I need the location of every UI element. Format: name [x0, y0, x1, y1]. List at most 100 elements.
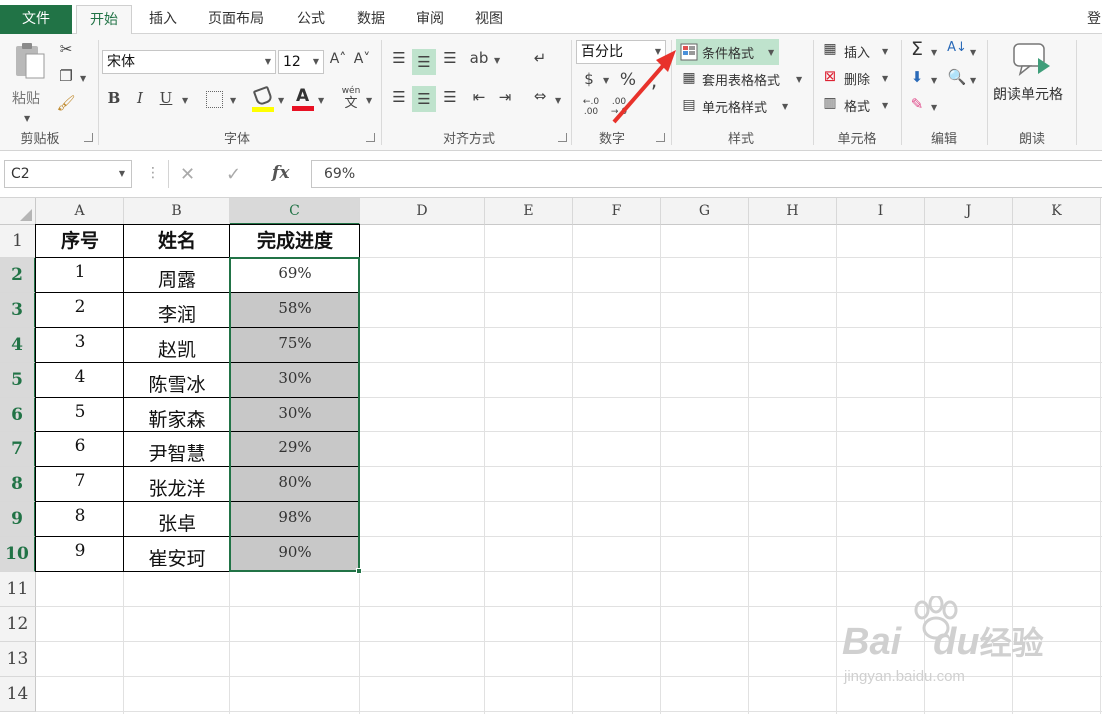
fill-handle[interactable] — [356, 568, 362, 574]
row-header-2[interactable]: 2 — [0, 258, 36, 293]
increase-font-icon[interactable]: A˄ — [328, 51, 348, 67]
row-header-6[interactable]: 6 — [0, 398, 36, 432]
align-middle-icon[interactable]: ☰ — [412, 49, 436, 75]
serial-cell[interactable]: 4 — [36, 360, 124, 395]
select-all-button[interactable] — [0, 198, 36, 225]
column-header-e[interactable]: E — [485, 198, 573, 225]
format-cells-button[interactable]: ▥ 格式 ▼ — [818, 94, 896, 118]
cell-styles-button[interactable]: ▤ 单元格样式 ▼ — [676, 95, 794, 119]
tab-formulas[interactable]: 公式 — [284, 5, 338, 34]
sort-filter-icon[interactable]: A↓ — [946, 40, 968, 55]
column-header-g[interactable]: G — [661, 198, 749, 225]
column-header-f[interactable]: F — [573, 198, 661, 225]
read-cells-button[interactable]: 朗读单元格 — [990, 42, 1074, 112]
tab-review[interactable]: 审阅 — [403, 5, 457, 34]
tab-view[interactable]: 视图 — [462, 5, 516, 34]
fill-icon[interactable]: ⬇ — [906, 68, 928, 86]
row-header-12[interactable]: 12 — [0, 607, 36, 642]
name-cell[interactable]: 张卓 — [124, 507, 230, 542]
borders-icon[interactable] — [206, 91, 223, 108]
column-header-h[interactable]: H — [749, 198, 837, 225]
column-header-d[interactable]: D — [360, 198, 485, 225]
find-select-dropdown-icon[interactable]: ▼ — [970, 76, 976, 85]
row-header-9[interactable]: 9 — [0, 502, 36, 537]
more-options-icon[interactable]: ⋮ — [146, 165, 160, 181]
format-as-table-button[interactable]: ▦ 套用表格格式 ▼ — [676, 68, 806, 92]
italic-button[interactable]: I — [130, 89, 150, 107]
header-cell[interactable]: 姓名 — [124, 225, 230, 258]
name-cell[interactable]: 李润 — [124, 298, 230, 333]
fill-dropdown-icon[interactable]: ▼ — [931, 76, 937, 85]
fill-color-dropdown-icon[interactable]: ▼ — [278, 96, 284, 105]
align-left-icon[interactable]: ☰ — [388, 88, 410, 106]
name-cell[interactable]: 陈雪冰 — [124, 368, 230, 403]
tab-home[interactable]: 开始 — [76, 5, 132, 35]
formula-input[interactable]: 69% — [311, 160, 1102, 188]
delete-cells-button[interactable]: ⊠ 删除 ▼ — [818, 67, 896, 91]
name-cell[interactable]: 崔安珂 — [124, 542, 230, 577]
copy-dropdown-icon[interactable]: ▼ — [80, 74, 86, 83]
bold-button[interactable]: B — [104, 89, 124, 107]
serial-cell[interactable]: 9 — [36, 534, 124, 569]
name-cell[interactable]: 赵凯 — [124, 333, 230, 368]
name-box[interactable]: C2 ▼ — [4, 160, 132, 188]
clipboard-launcher-icon[interactable] — [84, 133, 93, 142]
merge-dropdown-icon[interactable]: ▼ — [555, 96, 561, 105]
format-painter-icon[interactable]: 🖌 — [56, 94, 76, 112]
autosum-dropdown-icon[interactable]: ▼ — [931, 48, 937, 57]
tab-data[interactable]: 数据 — [344, 5, 398, 34]
font-launcher-icon[interactable] — [366, 133, 375, 142]
decrease-indent-icon[interactable]: ⇤ — [468, 88, 490, 106]
number-launcher-icon[interactable] — [656, 133, 665, 142]
autosum-button[interactable]: Σ — [906, 38, 928, 60]
sort-filter-dropdown-icon[interactable]: ▼ — [970, 48, 976, 57]
accounting-format-icon[interactable]: $ — [578, 70, 600, 88]
paste-dropdown-icon[interactable]: ▼ — [24, 114, 30, 123]
insert-function-icon[interactable]: fx — [272, 163, 289, 183]
column-header-b[interactable]: B — [124, 198, 230, 225]
tab-file[interactable]: 文件 — [0, 5, 72, 34]
row-header-10[interactable]: 10 — [0, 537, 36, 572]
name-cell[interactable]: 周露 — [124, 263, 230, 298]
align-right-icon[interactable]: ☰ — [439, 88, 461, 106]
column-header-k[interactable]: K — [1013, 198, 1101, 225]
tab-page-layout[interactable]: 页面布局 — [196, 5, 276, 34]
row-header-14[interactable]: 14 — [0, 677, 36, 712]
row-header-13[interactable]: 13 — [0, 642, 36, 677]
header-cell[interactable]: 完成进度 — [230, 225, 360, 258]
orientation-dropdown-icon[interactable]: ▼ — [494, 56, 500, 65]
phonetic-icon[interactable]: wén 文 — [340, 86, 362, 114]
serial-cell[interactable]: 2 — [36, 290, 124, 325]
copy-icon[interactable]: ❐ — [56, 67, 76, 85]
paste-button[interactable]: 粘贴 — [8, 40, 48, 107]
row-header-8[interactable]: 8 — [0, 467, 36, 502]
wrap-text-icon[interactable]: ↵ — [528, 49, 552, 67]
column-header-c[interactable]: C — [230, 198, 360, 225]
clear-icon[interactable]: ✎ — [906, 95, 928, 113]
row-header-3[interactable]: 3 — [0, 293, 36, 328]
column-header-j[interactable]: J — [925, 198, 1013, 225]
align-bottom-icon[interactable]: ☰ — [439, 49, 461, 73]
fill-color-icon[interactable] — [252, 85, 274, 112]
confirm-icon[interactable]: ✓ — [226, 164, 241, 185]
decrease-font-icon[interactable]: A˅ — [352, 51, 372, 67]
font-color-icon[interactable]: A — [292, 86, 314, 112]
font-size-select[interactable]: 12 ▼ — [278, 50, 324, 74]
find-select-icon[interactable]: 🔍 — [946, 68, 968, 86]
font-color-dropdown-icon[interactable]: ▼ — [318, 96, 324, 105]
merge-center-icon[interactable]: ⇔ — [528, 87, 552, 105]
conditional-formatting-button[interactable]: 条件格式 ▼ — [676, 39, 779, 65]
align-center-icon[interactable]: ☰ — [412, 86, 436, 112]
borders-dropdown-icon[interactable]: ▼ — [230, 96, 236, 105]
column-header-a[interactable]: A — [36, 198, 124, 225]
serial-cell[interactable]: 7 — [36, 464, 124, 499]
increase-decimal-icon[interactable]: ←.0.00 — [578, 97, 604, 117]
serial-cell[interactable]: 5 — [36, 395, 124, 429]
phonetic-dropdown-icon[interactable]: ▼ — [366, 96, 372, 105]
serial-cell[interactable]: 8 — [36, 499, 124, 534]
cut-icon[interactable]: ✂ — [56, 40, 76, 58]
tab-insert[interactable]: 插入 — [136, 5, 190, 34]
row-header-7[interactable]: 7 — [0, 432, 36, 467]
cancel-icon[interactable]: ✕ — [180, 164, 195, 185]
column-header-i[interactable]: I — [837, 198, 925, 225]
